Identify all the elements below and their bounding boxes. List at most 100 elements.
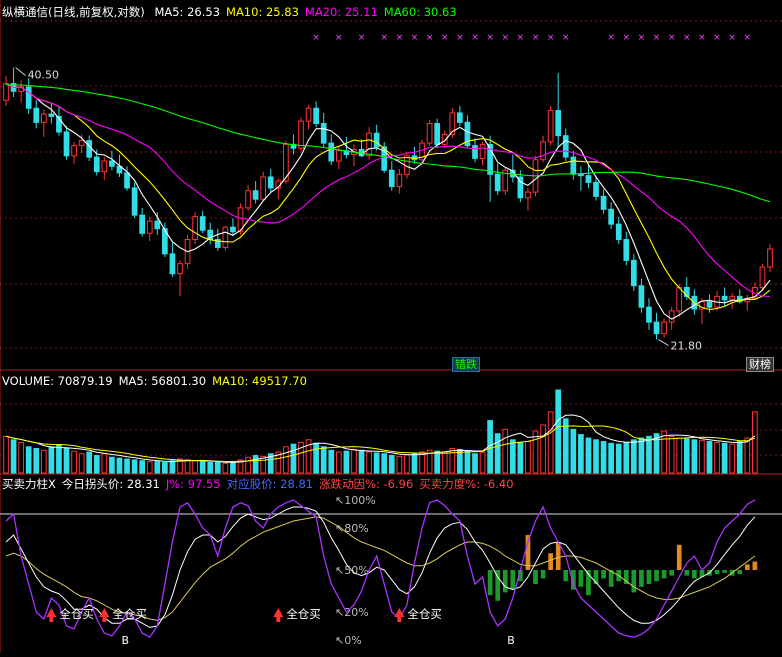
signal-mark: ×: [713, 33, 721, 43]
volume-panel[interactable]: [3, 389, 758, 474]
volume-bar: [562, 418, 569, 474]
cuodie-tag[interactable]: 错跌: [452, 357, 480, 372]
signal-mark: ×: [441, 33, 449, 43]
candle-body: [646, 306, 652, 323]
volume-bar: [214, 462, 221, 474]
force-bar: [487, 570, 493, 596]
price-ma-legend: MA5: 26.53 MA10: 25.83 MA20: 25.11 MA60: 30…: [154, 5, 462, 19]
volume-bar: [441, 451, 448, 474]
candle-body: [199, 216, 206, 231]
volume-bar: [570, 428, 577, 474]
candle-body: [706, 301, 713, 308]
volume-bar: [661, 430, 667, 474]
volume-bar: [600, 441, 607, 474]
signal-mark: ×: [396, 33, 404, 43]
volume-bar: [131, 459, 138, 474]
volume-bar: [593, 439, 599, 474]
volume-bar: [623, 441, 630, 474]
volume-bar: [56, 444, 62, 474]
volume-bar: [373, 452, 380, 474]
price-panel[interactable]: × × × × × × × × × × × × × × × × × × × × × × × × × × 40.50 21.80: [3, 33, 773, 353]
volume-bar: [146, 461, 153, 474]
volume-bar: [396, 455, 403, 474]
ma-line-ma20: [5, 83, 771, 298]
volume-bar: [509, 439, 516, 474]
volume-bar: [691, 439, 698, 474]
signal-mark: ×: [426, 33, 434, 43]
force-bar: [540, 570, 546, 579]
ma-line-ma10: [5, 83, 771, 311]
volume-bar: [101, 453, 108, 474]
candle-body: [434, 123, 441, 145]
volume-bar: [434, 450, 441, 474]
candle-body: [457, 112, 463, 123]
signal-mark: ×: [456, 33, 464, 43]
force-bar: [510, 570, 516, 590]
candle-body: [366, 132, 372, 157]
indicator-panel[interactable]: ↖100%↖80%↖50%↖20%↖0%全仓买 全仓买 全仓买 全仓买B B: [0, 494, 782, 647]
volume-bar: [283, 446, 289, 474]
candle-body: [630, 259, 637, 287]
signal-mark: ×: [411, 33, 419, 43]
candle-body: [86, 140, 93, 158]
candle-body: [3, 83, 9, 101]
force-bar: [737, 570, 743, 575]
b-marker: B: [507, 634, 515, 647]
indicator-label: 买卖力柱X: [2, 477, 56, 491]
buy-signal-label: 全仓买: [407, 607, 442, 621]
signal-mark: ×: [335, 33, 343, 43]
signal-mark: ×: [471, 33, 479, 43]
force-bar: [578, 570, 584, 587]
candle-body: [661, 321, 667, 335]
volume-bar: [139, 460, 146, 474]
force-bar: [669, 570, 675, 576]
volume-bar: [404, 454, 410, 474]
indicator-label: 涨跌动因%: -6.96: [319, 477, 414, 491]
candle-body: [48, 113, 55, 117]
buy-arrow-icon: [46, 608, 57, 622]
force-bar: [684, 570, 690, 576]
signal-mark: ×: [698, 33, 706, 43]
indicator-header: 买卖力柱X 今日拐头价: 28.31 J%: 97.55 对应股价: 28.81 涨跌动…: [2, 477, 520, 491]
candle-body: [388, 169, 395, 188]
signal-mark: ×: [562, 33, 570, 43]
indicator-label: 对应股价: 28.81: [226, 477, 314, 491]
candle-body: [33, 107, 40, 123]
candle-body: [426, 123, 433, 144]
chart-canvas[interactable]: × × × × × × × × × × × × × × × × × × × × × × × × × × 40.50 21.80 ↖10…: [0, 0, 782, 653]
volume-bar: [320, 446, 327, 474]
signal-mark: ×: [623, 33, 631, 43]
volume-bar: [351, 448, 357, 474]
indicator-label: J%: 97.55: [165, 477, 221, 491]
volume-bar: [252, 455, 259, 474]
candle-body: [396, 173, 403, 188]
candle-body: [555, 110, 562, 137]
candle-body: [721, 295, 728, 301]
volume-bar: [169, 460, 176, 474]
force-bar: [661, 570, 667, 579]
volume-bar: [714, 441, 720, 474]
candle-body: [63, 131, 70, 157]
volume-bar: [752, 411, 758, 474]
signal-mark: ×: [728, 33, 736, 43]
volume-bar: [706, 441, 713, 474]
volume-bar: [71, 450, 77, 474]
signal-mark: ×: [607, 33, 615, 43]
volume-bar: [646, 435, 652, 474]
signal-mark: ×: [501, 33, 509, 43]
signal-mark: ×: [638, 33, 646, 43]
volume-bar: [78, 453, 85, 474]
force-bar: [752, 561, 758, 570]
volume-bar: [683, 438, 690, 474]
candle-body: [154, 220, 161, 230]
volume-bar: [540, 424, 546, 474]
volume-bar: [63, 448, 70, 474]
volume-bar: [199, 461, 206, 474]
force-bar: [714, 570, 720, 575]
caibang-tag[interactable]: 财榜: [746, 357, 774, 372]
volume-bar: [328, 449, 335, 474]
volume-bar: [124, 458, 130, 474]
candle-body: [124, 172, 130, 189]
volume-bar: [230, 461, 236, 474]
force-bar: [548, 553, 553, 570]
